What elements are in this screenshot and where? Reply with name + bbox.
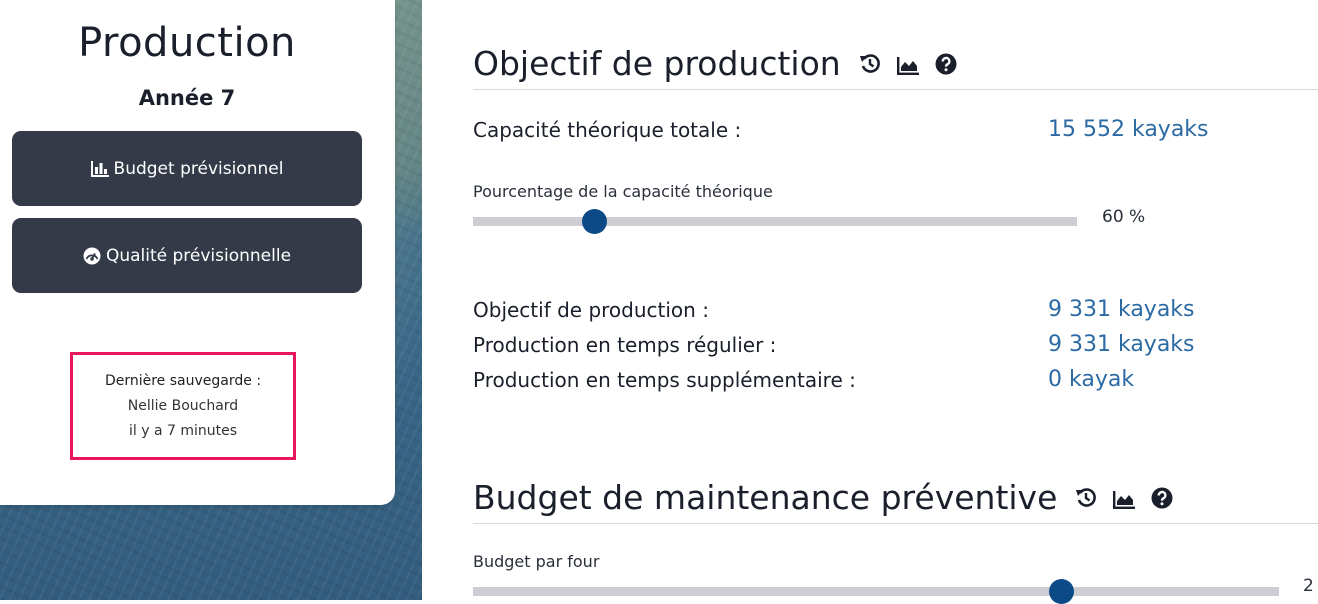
bar-chart-icon bbox=[90, 160, 109, 177]
sidebar-year: Année 7 bbox=[138, 86, 236, 110]
budget-slider-thumb[interactable] bbox=[1049, 579, 1075, 604]
capacity-percentage-label: Pourcentage de la capacité théorique bbox=[473, 182, 773, 201]
production-title-text: Objectif de production bbox=[473, 44, 841, 83]
capacity-value: 15 552 kayaks bbox=[1048, 117, 1209, 142]
help-icon[interactable] bbox=[1151, 478, 1173, 517]
maintenance-section-title: Budget de maintenance préventive bbox=[473, 478, 1173, 517]
last-save-time: il y a 7 minutes bbox=[128, 422, 238, 439]
budget-previsionnel-label: Budget prévisionnel bbox=[113, 158, 284, 179]
budget-previsionnel-button[interactable]: Budget prévisionnel bbox=[12, 131, 362, 206]
production-divider bbox=[473, 89, 1318, 90]
last-save-heading: Dernière sauvegarde : bbox=[104, 372, 262, 389]
production-section-title: Objectif de production bbox=[473, 44, 957, 83]
capacity-slider-track[interactable] bbox=[473, 217, 1077, 226]
sidebar-title: Production bbox=[78, 20, 296, 66]
capacity-slider-thumb[interactable] bbox=[581, 209, 607, 234]
history-icon[interactable] bbox=[1075, 478, 1097, 517]
maintenance-divider bbox=[473, 523, 1318, 524]
budget-slider-track[interactable] bbox=[473, 587, 1279, 596]
qualite-previsionnelle-button[interactable]: Qualité prévisionnelle bbox=[12, 218, 362, 293]
objective-label: Objectif de production : bbox=[473, 298, 709, 322]
objective-value: 9 331 kayaks bbox=[1048, 297, 1195, 322]
regular-production-value: 9 331 kayaks bbox=[1048, 332, 1195, 357]
regular-production-label: Production en temps régulier : bbox=[473, 333, 777, 357]
area-chart-icon[interactable] bbox=[1113, 478, 1136, 517]
qualite-previsionnelle-label: Qualité prévisionnelle bbox=[105, 245, 292, 266]
sidebar-card: Production Année 7 Budget prévisionnel Q… bbox=[0, 0, 395, 505]
last-save-user: Nellie Bouchard bbox=[127, 397, 239, 414]
help-icon[interactable] bbox=[935, 44, 957, 83]
capacity-label: Capacité théorique totale : bbox=[473, 118, 742, 142]
budget-per-oven-label: Budget par four bbox=[473, 552, 600, 571]
area-chart-icon[interactable] bbox=[896, 44, 919, 83]
last-save-box: Dernière sauvegarde : Nellie Bouchard il… bbox=[70, 352, 296, 460]
history-icon[interactable] bbox=[859, 44, 881, 83]
capacity-percentage-value: 60 % bbox=[1102, 207, 1146, 227]
overtime-production-label: Production en temps supplémentaire : bbox=[473, 368, 856, 392]
overtime-production-value: 0 kayak bbox=[1048, 367, 1135, 392]
maintenance-title-text: Budget de maintenance préventive bbox=[473, 478, 1058, 517]
budget-per-oven-value: 2 bbox=[1303, 576, 1314, 596]
gauge-icon bbox=[83, 247, 101, 265]
